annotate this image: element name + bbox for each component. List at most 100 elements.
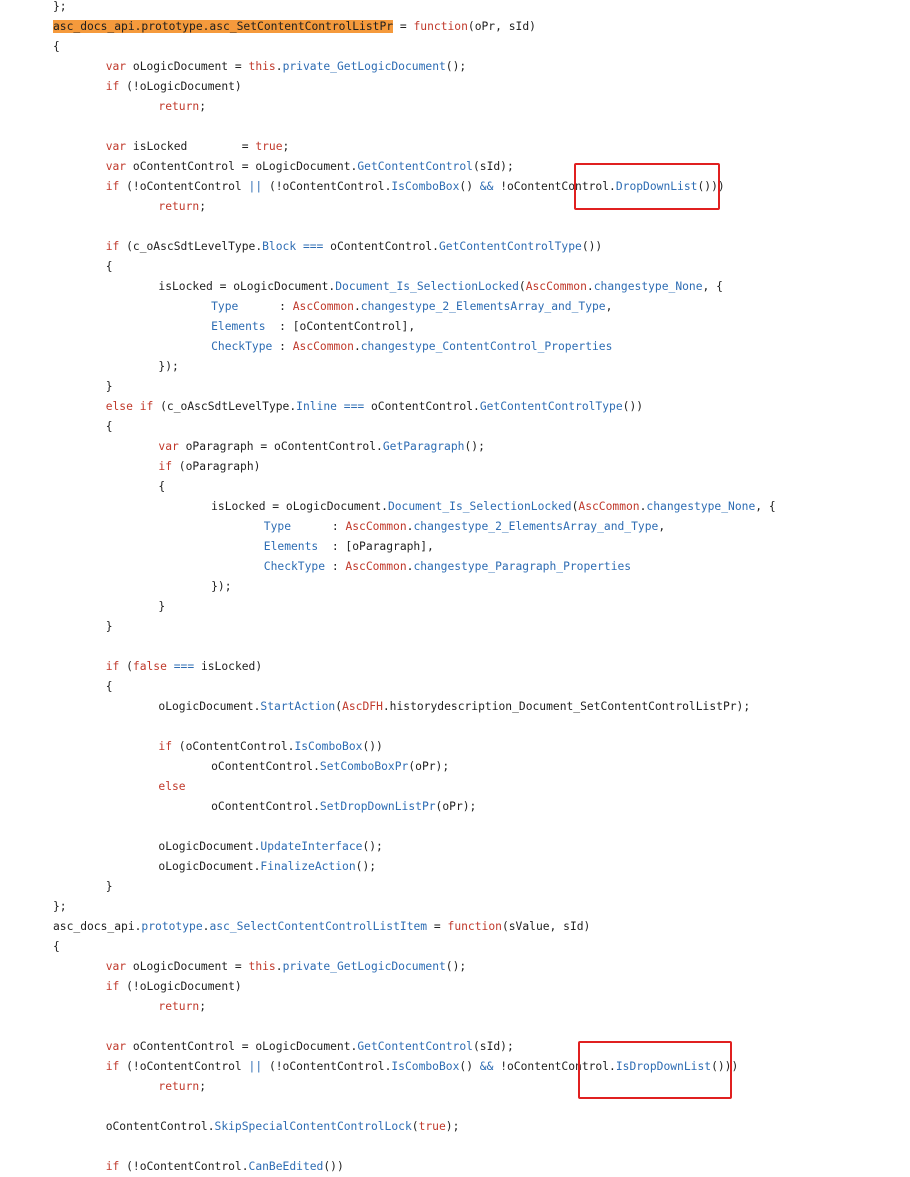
code-token: var: [105, 1040, 127, 1053]
code-token: (c_oAscSdtLevelType.: [119, 240, 263, 253]
code-viewer: }; asc_docs_api.prototype.asc_SetContentC…: [0, 0, 910, 1173]
code-token: CheckType: [211, 340, 273, 353]
code-token: SkipSpecialContentControlLock: [214, 1120, 412, 1133]
code-token: &&: [479, 180, 494, 193]
code-token: oLogicDocument =: [126, 60, 249, 73]
code-token: );: [445, 1120, 460, 1133]
code-token: var: [158, 440, 179, 453]
code-token: true: [255, 140, 283, 153]
code-token: ();: [464, 440, 485, 453]
code-token: (!oContentControl: [119, 1060, 249, 1073]
code-line: asc_docs_api.prototype.asc_SelectContent…: [53, 917, 590, 937]
code-token: Type: [263, 520, 292, 533]
code-token: if: [105, 180, 120, 193]
code-token: .historydescription_Document_SetContentC…: [382, 700, 751, 713]
code-token: asc_SelectContentControlListItem: [209, 920, 428, 933]
code-token: oContentControl.: [211, 800, 320, 813]
code-token: var: [105, 60, 127, 73]
code-token: : [oContentControl],: [265, 320, 416, 333]
code-token: oLogicDocument.: [158, 840, 261, 853]
code-token: : [oParagraph],: [318, 540, 434, 553]
code-token: =: [393, 20, 414, 33]
code-line: var oContentControl = oLogicDocument.Get…: [106, 157, 514, 177]
code-token: (!oContentControl: [119, 180, 249, 193]
code-token: return: [158, 200, 200, 213]
code-line: });: [211, 577, 231, 597]
code-line: oContentControl.SetComboBoxPr(oPr);: [211, 757, 449, 777]
code-token: Document_Is_SelectionLocked: [387, 500, 572, 513]
code-token: (!oLogicDocument): [119, 980, 242, 993]
code-token: {: [158, 480, 166, 493]
code-token: else: [105, 400, 133, 413]
code-token: CheckType: [263, 560, 326, 573]
code-token: CanBeEdited: [248, 1160, 324, 1173]
code-token: changestype_2_ElementsArray_and_Type: [413, 520, 659, 533]
code-line: return;: [158, 997, 206, 1017]
code-line: var oLogicDocument = this.private_GetLog…: [106, 957, 467, 977]
code-token: oParagraph = oContentControl.: [178, 440, 383, 453]
code-token: oLogicDocument.: [158, 860, 261, 873]
code-token: prototype: [141, 920, 203, 933]
code-token: oLogicDocument.: [158, 700, 261, 713]
code-token: oContentControl.: [364, 400, 480, 413]
code-token: if: [105, 1160, 120, 1173]
code-token: :: [291, 520, 346, 533]
code-token: ===: [302, 240, 324, 253]
code-line: if (oContentControl.IsComboBox()): [158, 737, 382, 757]
code-line: if (!oLogicDocument): [106, 77, 242, 97]
code-line: oLogicDocument.StartAction(AscDFH.histor…: [158, 697, 750, 717]
code-token: asc_docs_api.: [53, 920, 142, 933]
code-token: .: [275, 60, 283, 73]
code-line: CheckType : AscCommon.changestype_Conten…: [211, 337, 612, 357]
code-token: (sId);: [472, 1040, 514, 1053]
code-token: this: [248, 60, 276, 73]
code-token: SetDropDownListPr: [319, 800, 436, 813]
code-token: StartAction: [260, 700, 336, 713]
code-token: if: [139, 400, 154, 413]
code-line: }: [106, 877, 113, 897]
code-token: (): [459, 180, 480, 193]
code-line: {: [53, 37, 60, 57]
code-token: if: [158, 740, 172, 753]
code-line: else if (c_oAscSdtLevelType.Inline === o…: [106, 397, 643, 417]
code-token: ()): [323, 1160, 344, 1173]
code-token: IsComboBox: [391, 1060, 460, 1073]
code-line: {: [158, 477, 165, 497]
code-token: ;: [199, 100, 207, 113]
code-token: , {: [755, 500, 776, 513]
code-token: }: [105, 620, 113, 633]
code-token: AscDFH: [342, 700, 383, 713]
code-line: {: [53, 937, 60, 957]
code-token: ();: [362, 840, 383, 853]
code-token: else: [158, 780, 186, 793]
code-token: =: [427, 920, 448, 933]
code-token: if: [158, 460, 172, 473]
code-line: {: [106, 417, 113, 437]
code-token: };: [53, 0, 67, 13]
code-token: if: [105, 980, 120, 993]
code-line: });: [158, 357, 178, 377]
code-line: var oLogicDocument = this.private_GetLog…: [106, 57, 467, 77]
code-token: return: [158, 1080, 200, 1093]
code-token: (sValue, sId): [501, 920, 591, 933]
code-line: if (!oContentControl.CanBeEdited()): [106, 1157, 344, 1177]
code-token: ()): [581, 240, 603, 253]
code-token: (c_oAscSdtLevelType.: [153, 400, 297, 413]
code-token: }: [158, 600, 166, 613]
annotation-box-isdropdownlist: [578, 1041, 732, 1099]
code-token: isLocked): [194, 660, 263, 673]
code-token: .: [586, 280, 594, 293]
code-token: AscCommon: [345, 560, 407, 573]
code-line: isLocked = oLogicDocument.Document_Is_Se…: [158, 277, 723, 297]
code-token: changestype_2_ElementsArray_and_Type: [360, 300, 606, 313]
code-line: var isLocked = true;: [106, 137, 290, 157]
code-line: };: [53, 0, 67, 17]
code-token: if: [105, 240, 120, 253]
code-token: {: [105, 420, 113, 433]
code-line: if (c_oAscSdtLevelType.Block === oConten…: [106, 237, 603, 257]
code-line: var oContentControl = oLogicDocument.Get…: [106, 1037, 514, 1057]
code-token: true: [418, 1120, 446, 1133]
code-line: var oParagraph = oContentControl.GetPara…: [158, 437, 484, 457]
